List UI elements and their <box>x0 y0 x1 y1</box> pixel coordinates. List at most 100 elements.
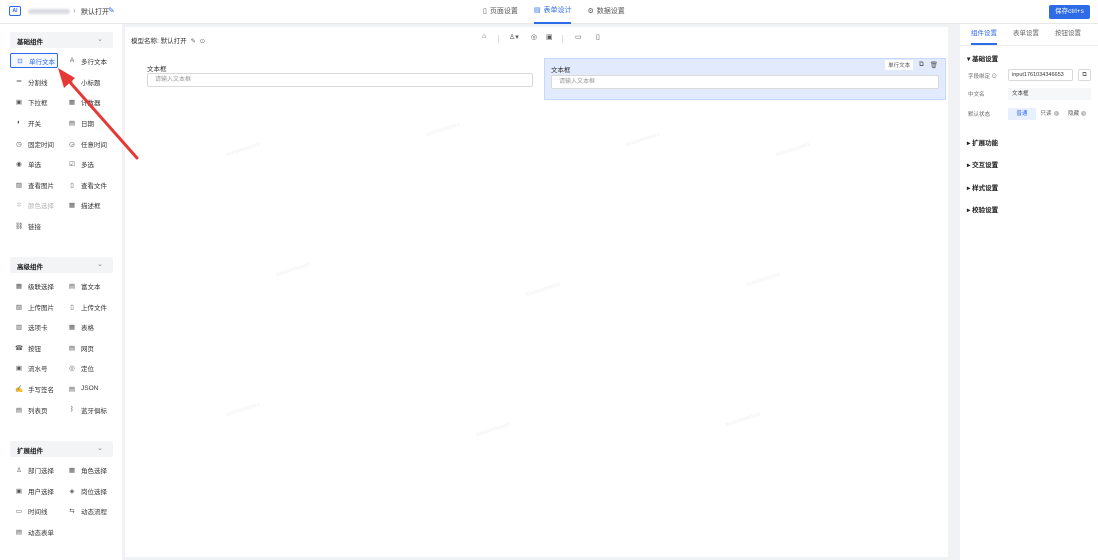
info-icon[interactable]: ⊙ <box>200 38 205 45</box>
divider-icon: ═ <box>16 78 22 85</box>
component-cascader[interactable]: ▦ 级联选择 <box>10 278 58 293</box>
section-extended-features[interactable]: ▸ 扩展功能 <box>967 137 998 147</box>
file-icon: ▯ <box>70 181 74 189</box>
status-hidden[interactable]: 隐藏? <box>1063 108 1091 120</box>
component-multi-line-text[interactable]: A 多行文本 <box>63 53 111 68</box>
component-dynamic-form[interactable]: ▤ 动态表单 <box>10 524 58 539</box>
flow-icon: ⇆ <box>69 507 75 515</box>
component-view-file[interactable]: ▯ 查看文件 <box>63 177 111 192</box>
status-normal[interactable]: 普通 <box>1008 108 1036 120</box>
component-radio[interactable]: ◉ 单选 <box>10 156 58 171</box>
field-id-select[interactable]: input1761034346653 <box>1008 69 1073 81</box>
tab-label: 数据设置 <box>596 8 625 15</box>
component-label: 蓝牙俱标 <box>81 407 107 415</box>
user-dropdown-icon[interactable]: ♙▾ <box>509 33 519 41</box>
component-upload-file[interactable]: ▯ 上传文件 <box>63 299 111 314</box>
component-label: 时间线 <box>28 508 48 516</box>
section-title: 扩展功能 <box>972 140 999 147</box>
status-readonly[interactable]: 只读? <box>1036 108 1064 120</box>
timeline-icon: ▭ <box>15 507 23 515</box>
edit-icon[interactable]: ✎ <box>190 38 195 45</box>
section-title: 交互设置 <box>972 162 999 169</box>
copy-icon[interactable]: ⧉ <box>919 61 924 69</box>
component-label: 定位 <box>81 365 94 373</box>
component-location[interactable]: ◎ 定位 <box>63 360 111 375</box>
cn-name-input[interactable]: 文本框 <box>1008 88 1091 100</box>
time-icon: ◶ <box>69 140 75 148</box>
component-subtitle[interactable]: T 小标题 <box>63 74 111 89</box>
component-label: 用户选择 <box>28 488 54 496</box>
component-single-line-text[interactable]: ⊡ 单行文本 <box>10 53 58 68</box>
mobile-icon[interactable]: ▯ <box>596 33 600 41</box>
basic-components-header[interactable]: 基础组件 ⌄ <box>10 32 113 48</box>
extended-components-header[interactable]: 扩展组件 ⌄ <box>10 441 113 457</box>
component-any-time[interactable]: ◶ 任意时间 <box>63 136 111 151</box>
edit-title-icon[interactable]: ✎ <box>108 6 115 15</box>
section-validation-settings[interactable]: ▸ 校验设置 <box>967 204 998 214</box>
model-name: 模型名称: 默认打开 ✎ ⊙ <box>131 35 205 45</box>
component-serial-number[interactable]: ▣ 流水号 <box>10 360 58 375</box>
component-link[interactable]: ⛓ 链接 <box>10 218 58 233</box>
tab-component-settings[interactable]: 组件设置 <box>971 24 997 45</box>
component-counter[interactable]: ▦ 计数器 <box>63 94 111 109</box>
tab-button-settings[interactable]: 按钮设置 <box>1055 24 1081 45</box>
home-icon[interactable]: ⌂ <box>482 33 486 40</box>
save-button[interactable]: 保存ctrl+s <box>1049 5 1090 19</box>
app-icon[interactable]: AI <box>9 6 21 16</box>
component-view-image[interactable]: ▨ 查看图片 <box>10 177 58 192</box>
component-date[interactable]: ▤ 日期 <box>63 115 111 130</box>
breadcrumb-separator-icon: › <box>73 6 76 15</box>
component-position[interactable]: ◈ 岗位选择 <box>63 483 111 498</box>
desktop-icon[interactable]: ▭ <box>575 33 582 41</box>
component-color-picker[interactable]: ✲ 颜色选择 <box>10 197 58 212</box>
section-basic-settings[interactable]: ▾ 基础设置 <box>967 53 998 63</box>
group-title: 基础组件 <box>17 39 43 46</box>
component-role[interactable]: ▦ 角色选择 <box>63 462 111 477</box>
json-icon: ▤ <box>68 385 76 393</box>
component-label: 链接 <box>28 223 41 231</box>
text-field-2[interactable]: 请输入文本框 <box>551 75 939 89</box>
field-type-tag: 单行文本 <box>885 60 914 70</box>
component-dropdown[interactable]: ▣ 下拉框 <box>10 94 58 109</box>
text-field-1[interactable]: 请输入文本框 <box>147 73 533 87</box>
component-switch[interactable]: ◐ 开关 <box>10 115 58 130</box>
watermark: xxxxxxxxxxxx <box>744 271 782 289</box>
component-tabs[interactable]: ▥ 选项卡 <box>10 319 58 334</box>
component-department[interactable]: ♙ 部门选择 <box>10 462 58 477</box>
component-json[interactable]: ▤ JSON <box>63 381 111 396</box>
signature-icon: ✍ <box>15 385 24 393</box>
component-signature[interactable]: ✍ 手写签名 <box>10 381 58 396</box>
component-upload-image[interactable]: ▨ 上传图片 <box>10 299 58 314</box>
component-flow[interactable]: ⇆ 动态流程 <box>63 503 111 518</box>
component-fixed-time[interactable]: ◷ 固定时间 <box>10 136 58 151</box>
component-checkbox[interactable]: ☑ 多选 <box>63 156 111 171</box>
tab-form-settings[interactable]: 表单设置 <box>1013 24 1039 45</box>
dropdown-icon: ▣ <box>15 98 23 106</box>
tab-page-settings[interactable]: ▯ 页面设置 <box>483 0 518 24</box>
text-input-icon: ⊡ <box>17 57 23 65</box>
code-icon[interactable]: ▣ <box>546 33 553 41</box>
component-user[interactable]: ▣ 用户选择 <box>10 483 58 498</box>
component-webpage[interactable]: ▤ 网页 <box>63 340 111 355</box>
component-list-page[interactable]: ▤ 列表页 <box>10 402 58 417</box>
component-divider[interactable]: ═ 分割线 <box>10 74 58 89</box>
delete-icon[interactable]: 🗑 <box>930 61 938 69</box>
component-rich-text[interactable]: ▤ 富文本 <box>63 278 111 293</box>
component-description[interactable]: ▦ 描述框 <box>63 197 111 212</box>
copy-icon[interactable]: ⧉ <box>1078 69 1091 81</box>
component-timeline[interactable]: ▭ 时间线 <box>10 503 58 518</box>
section-interaction-settings[interactable]: ▸ 交互设置 <box>967 159 998 169</box>
top-bar: AI › 默认打开 ✎ ▯ 页面设置 ▤ 表单设计 ⚙ 数据设置 保存ctrl+… <box>0 0 1098 24</box>
subtitle-icon: T <box>70 78 74 85</box>
component-bluetooth[interactable]: ᛒ 蓝牙俱标 <box>63 402 111 417</box>
tab-data-settings[interactable]: ⚙ 数据设置 <box>587 0 624 24</box>
component-button[interactable]: ☎ 按钮 <box>10 340 58 355</box>
section-style-settings[interactable]: ▸ 样式设置 <box>967 182 998 192</box>
component-label: 手写签名 <box>28 386 54 394</box>
selected-field-container[interactable]: 文本框 请输入文本框 单行文本 ⧉ 🗑 <box>544 58 946 100</box>
upload-file-icon: ▯ <box>70 303 74 311</box>
advanced-components-header[interactable]: 高级组件 ⌄ <box>10 257 113 273</box>
tab-form-design[interactable]: ▤ 表单设计 <box>533 0 572 24</box>
preview-icon[interactable]: ◎ <box>531 33 537 41</box>
component-table[interactable]: ▦ 表格 <box>63 319 111 334</box>
